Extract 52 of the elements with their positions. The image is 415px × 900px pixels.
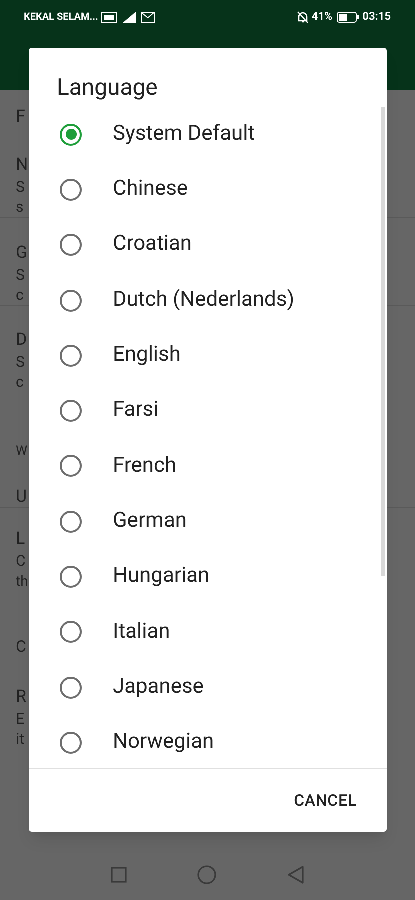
radio-button[interactable] xyxy=(60,732,82,754)
setting-text: c xyxy=(16,372,24,392)
radio-button[interactable] xyxy=(60,290,82,312)
radio-button[interactable] xyxy=(60,455,82,478)
radio-button[interactable] xyxy=(60,566,82,588)
language-option[interactable]: Hungarian xyxy=(29,549,387,605)
language-option[interactable]: English xyxy=(29,328,387,384)
language-option[interactable]: French xyxy=(29,438,387,494)
setting-text: S xyxy=(16,265,25,285)
radio-button[interactable] xyxy=(60,344,82,367)
language-option[interactable]: Croatian xyxy=(29,218,387,273)
setting-text: C xyxy=(16,551,26,571)
language-option[interactable]: Norwegian xyxy=(29,715,387,768)
battery-percent: 41% xyxy=(312,8,333,25)
setting-text: E xyxy=(16,709,25,729)
mail-icon xyxy=(141,12,156,22)
signal-icon xyxy=(123,12,138,22)
setting-text: W xyxy=(16,443,28,461)
battery-icon xyxy=(336,12,359,22)
radio-button[interactable] xyxy=(60,124,82,146)
cancel-button[interactable]: CANCEL xyxy=(286,782,365,818)
setting-text: N xyxy=(16,155,28,175)
setting-text: S xyxy=(16,177,25,197)
language-option[interactable]: Farsi xyxy=(29,383,387,439)
setting-text: F xyxy=(16,107,26,127)
radio-button[interactable] xyxy=(60,400,82,422)
language-option[interactable]: Dutch (Nederlands) xyxy=(29,272,387,328)
language-option[interactable]: German xyxy=(29,494,387,550)
setting-text: it xyxy=(16,729,25,749)
setting-text: c xyxy=(16,285,24,305)
radio-button[interactable] xyxy=(60,234,82,256)
setting-text: G xyxy=(16,243,28,263)
radio-button[interactable] xyxy=(60,510,82,533)
setting-text: S xyxy=(16,352,25,372)
carrier-name: KEKAL SELAM... xyxy=(24,10,98,24)
radio-button[interactable] xyxy=(60,676,82,699)
setting-text: s xyxy=(16,197,24,217)
bell-off-icon xyxy=(296,10,309,24)
setting-text: th xyxy=(16,573,28,592)
setting-text: R xyxy=(16,687,26,707)
setting-text: D xyxy=(16,330,28,350)
language-option[interactable]: System Default xyxy=(29,107,387,162)
dialog-title: Language xyxy=(57,73,159,103)
language-option[interactable]: Chinese xyxy=(29,162,387,218)
setting-text: C xyxy=(16,637,26,657)
radio-button[interactable] xyxy=(60,621,82,644)
radio-button[interactable] xyxy=(60,178,82,201)
setting-text: L xyxy=(16,529,26,549)
language-option[interactable]: Japanese xyxy=(29,660,387,716)
setting-text: U xyxy=(16,487,28,507)
clock: 03:15 xyxy=(362,8,391,25)
language-option[interactable]: Italian xyxy=(29,604,387,660)
